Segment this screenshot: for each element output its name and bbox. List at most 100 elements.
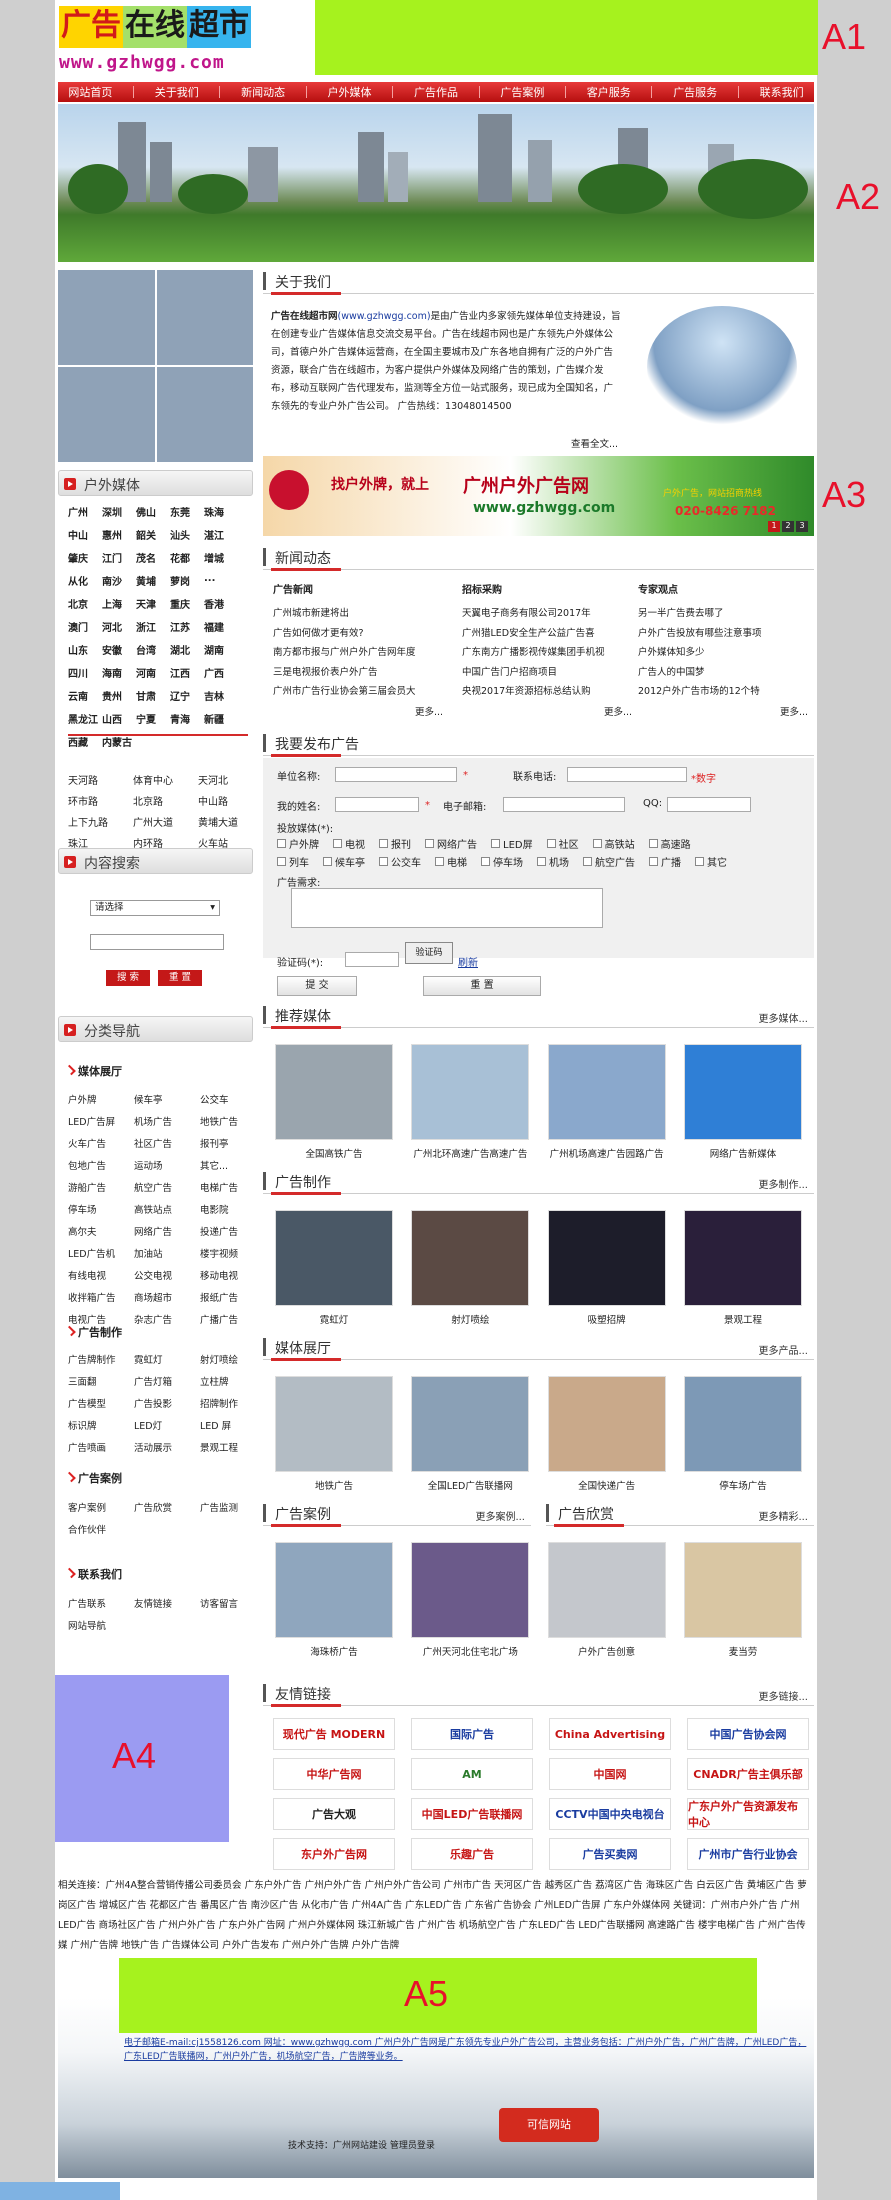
road-link[interactable]: 环市路 [68,793,133,808]
checkbox-box[interactable] [379,857,388,866]
category-link[interactable]: 广播广告 [200,1312,260,1326]
category-link[interactable]: 广告灯箱 [134,1374,200,1388]
category-link[interactable]: 火车广告 [68,1136,134,1150]
city-link[interactable]: 北京 [68,596,102,611]
category-link[interactable]: 加油站 [134,1246,200,1260]
gallery-item[interactable]: 全国LED广告联播网 [411,1376,530,1492]
city-link[interactable]: 肇庆 [68,550,102,565]
category-link[interactable]: 报刊亭 [200,1136,260,1150]
media-checkbox[interactable]: 电梯 [435,854,467,869]
category-link[interactable]: 广告投影 [134,1396,200,1410]
gallery-item[interactable]: 霓虹灯 [275,1210,393,1326]
need-textarea[interactable] [291,888,603,928]
city-link[interactable]: 黑龙江 [68,711,102,726]
email-input[interactable] [503,797,625,812]
friend-link-logo[interactable]: 东户外广告网 [273,1838,395,1870]
news-item[interactable]: 天翼电子商务有限公司2017年 [462,604,632,624]
nav-item-outdoor[interactable]: 户外媒体 [328,84,372,100]
media-checkbox[interactable]: 航空广告 [583,854,635,869]
friend-link-logo[interactable]: 中国广告协会网 [687,1718,809,1750]
gallery-item[interactable]: 户外广告创意 [547,1542,666,1658]
city-link[interactable]: 台湾 [136,642,170,657]
checkbox-box[interactable] [583,857,592,866]
phone-input[interactable] [567,767,687,782]
captcha-input[interactable] [345,952,399,967]
news-more-link[interactable]: 更多... [638,704,808,718]
category-link[interactable]: 游船广告 [68,1180,134,1194]
city-link[interactable]: 吉林 [204,688,238,703]
case-more-link[interactable]: 更多案例... [475,1508,525,1523]
city-link[interactable]: 湖北 [170,642,204,657]
news-col-title[interactable]: 专家观点 [638,581,808,596]
city-link[interactable]: 内蒙古 [102,734,136,749]
media-checkbox[interactable]: LED屏 [491,836,533,851]
recommend-more-link[interactable]: 更多媒体... [758,1010,808,1025]
friend-link-logo[interactable]: 广告买卖网 [549,1838,671,1870]
city-link[interactable]: 福建 [204,619,238,634]
category-link[interactable]: 网络广告 [134,1224,200,1238]
nav-item-works[interactable]: 广告作品 [414,84,458,100]
city-link[interactable]: 汕头 [170,527,204,542]
news-item[interactable]: 户外广告投放有哪些注意事项 [638,624,808,644]
city-link[interactable]: 上海 [102,596,136,611]
city-link[interactable]: 深圳 [102,504,136,519]
category-link[interactable]: 霓虹灯 [134,1352,200,1366]
banner-page-3[interactable]: 3 [796,521,808,532]
gallery-item[interactable]: 麦当劳 [683,1542,802,1658]
category-link[interactable]: 报纸广告 [200,1290,260,1304]
view-more-link[interactable]: 更多精彩... [758,1508,808,1523]
friend-link-logo[interactable]: 乐趣广告 [411,1838,533,1870]
news-col-title[interactable]: 广告新闻 [273,581,443,596]
checkbox-box[interactable] [425,839,434,848]
gallery-item[interactable]: 地铁广告 [275,1376,393,1492]
road-link[interactable]: 广州大道 [133,814,198,829]
cat-title-production[interactable]: 广告制作 [78,1324,122,1340]
friend-link-logo[interactable]: AM [411,1758,533,1790]
city-link[interactable]: ... [204,573,238,588]
media-checkbox[interactable]: 高铁站 [592,836,635,851]
media-checkbox[interactable]: 电视 [333,836,365,851]
gallery-item[interactable]: 全国高铁广告 [275,1044,393,1160]
category-link[interactable]: 客户案例 [68,1500,134,1514]
city-link[interactable]: 湛江 [204,527,238,542]
checkbox-box[interactable] [592,839,602,848]
city-link[interactable]: 从化 [68,573,102,588]
category-link[interactable]: 杂志广告 [134,1312,200,1326]
category-link[interactable]: 收拌箱广告 [68,1290,134,1304]
city-link[interactable]: 花都 [170,550,204,565]
category-link[interactable]: 公交电视 [134,1268,200,1282]
category-link[interactable]: 电梯广告 [200,1180,260,1194]
city-link[interactable]: 安徽 [102,642,136,657]
category-link[interactable]: 三面翻 [68,1374,134,1388]
nav-item-about[interactable]: 关于我们 [155,84,199,100]
production-more-link[interactable]: 更多制作... [758,1176,808,1191]
media-checkbox[interactable]: 公交车 [379,854,421,869]
city-link[interactable]: 重庆 [170,596,204,611]
checkbox-box[interactable] [435,857,444,866]
city-link[interactable]: 江门 [102,550,136,565]
checkbox-box[interactable] [649,857,658,866]
city-link[interactable]: 山东 [68,642,102,657]
media-hall-more-link[interactable]: 更多产品... [758,1342,808,1357]
category-link[interactable]: LED灯 [134,1418,200,1432]
category-link[interactable]: 运动场 [134,1158,200,1172]
city-link[interactable]: 天津 [136,596,170,611]
search-input[interactable] [90,934,224,950]
road-link[interactable]: 天河路 [68,772,133,787]
category-link[interactable]: 广告监测 [200,1500,260,1514]
category-link[interactable]: 友情链接 [134,1596,200,1610]
banner-page-1[interactable]: 1 [768,521,780,532]
category-link[interactable]: LED广告机 [68,1246,134,1260]
news-more-link[interactable]: 更多... [462,704,632,718]
ad-slot-a1[interactable] [315,0,818,75]
media-checkbox[interactable]: 社区 [546,836,579,851]
media-checkbox[interactable]: 高速路 [648,836,691,851]
media-checkbox[interactable]: 列车 [277,854,309,869]
friend-link-logo[interactable]: 现代广告 MODERN [273,1718,395,1750]
city-link[interactable]: 湖南 [204,642,238,657]
gallery-item[interactable]: 全国快递广告 [547,1376,666,1492]
trusted-site-badge[interactable]: 可信网站 [499,2108,599,2142]
category-link[interactable]: 投递广告 [200,1224,260,1238]
category-link[interactable]: 包地广告 [68,1158,134,1172]
city-link[interactable]: 辽宁 [170,688,204,703]
